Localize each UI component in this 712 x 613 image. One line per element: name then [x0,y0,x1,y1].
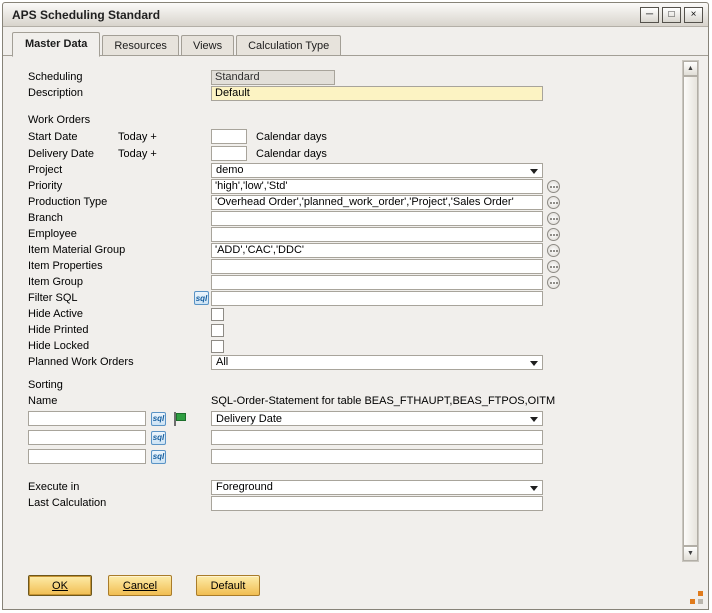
priority-field[interactable] [211,179,543,194]
production-type-field[interactable] [211,195,543,210]
sorting-statement-value-1: Delivery Date [216,413,282,425]
filter-sql-icon[interactable]: sql [194,291,209,305]
default-button[interactable]: Default [196,575,260,596]
tab-resources[interactable]: Resources [102,35,179,56]
hide-active-label: Hide Active [28,308,211,320]
sorting-sql-icon-2[interactable]: sql [151,431,166,445]
item-group-label: Item Group [28,276,211,288]
planned-work-orders-value: All [216,356,228,368]
start-date-prefix: Today + [118,131,211,143]
button-bar: OK Cancel Default [28,575,276,596]
master-data-form: Scheduling Description Work Orders Start… [3,56,708,511]
delivery-date-suffix: Calendar days [256,148,327,160]
last-calculation-field[interactable] [211,496,543,511]
cancel-button[interactable]: Cancel [108,575,172,596]
item-properties-field[interactable] [211,259,543,274]
sorting-heading: Sorting [28,377,708,393]
tab-bar: Master Data Resources Views Calculation … [3,27,708,56]
sorting-sql-icon-1[interactable]: sql [151,412,166,426]
item-material-group-choose-from-list-icon[interactable] [547,244,560,257]
sorting-sql-icon-3[interactable]: sql [151,450,166,464]
work-orders-heading: Work Orders [28,112,708,128]
planned-work-orders-dropdown[interactable]: All [211,355,543,370]
hide-locked-checkbox[interactable] [211,340,224,353]
filter-sql-field[interactable] [211,291,543,306]
employee-field[interactable] [211,227,543,242]
delivery-date-label: Delivery Date [28,148,118,160]
sorting-name-label: Name [28,395,211,407]
project-label: Project [28,164,211,176]
project-value: demo [216,164,244,176]
item-group-choose-from-list-icon[interactable] [547,276,560,289]
sorting-statement-field-3[interactable] [211,449,543,464]
production-type-choose-from-list-icon[interactable] [547,196,560,209]
sorting-name-field-1[interactable] [28,411,146,426]
item-properties-choose-from-list-icon[interactable] [547,260,560,273]
sorting-name-field-3[interactable] [28,449,146,464]
employee-choose-from-list-icon[interactable] [547,228,560,241]
hide-active-checkbox[interactable] [211,308,224,321]
project-dropdown[interactable]: demo [211,163,543,178]
sorting-statement-field-2[interactable] [211,430,543,445]
scheduling-field [211,70,335,85]
last-calculation-label: Last Calculation [28,497,211,509]
execute-in-dropdown[interactable]: Foreground [211,480,543,495]
maximize-icon[interactable]: □ [662,7,681,23]
branch-choose-from-list-icon[interactable] [547,212,560,225]
description-field[interactable] [211,86,543,101]
item-material-group-label: Item Material Group [28,244,211,256]
window-title: APS Scheduling Standard [12,8,637,22]
start-date-suffix: Calendar days [256,131,327,143]
execute-in-value: Foreground [216,481,273,493]
sorting-statement-label: SQL-Order-Statement for table BEAS_FTHAU… [211,395,555,407]
branch-label: Branch [28,212,211,224]
priority-label: Priority [28,180,211,192]
minimize-icon[interactable]: ─ [640,7,659,23]
hide-printed-label: Hide Printed [28,324,211,336]
title-bar: APS Scheduling Standard ─ □ × [3,3,708,27]
filter-sql-label: Filter SQL [28,292,194,304]
resize-grip-icon[interactable] [690,591,703,604]
aps-scheduling-window: APS Scheduling Standard ─ □ × Master Dat… [2,2,709,610]
item-group-field[interactable] [211,275,543,290]
employee-label: Employee [28,228,211,240]
sorting-row: sql Delivery Date [28,409,708,428]
sorting-flag-icon-1[interactable] [171,412,185,426]
scroll-up-icon[interactable]: ▲ [683,61,698,76]
sorting-row: sql [28,447,708,466]
tab-calculation-type[interactable]: Calculation Type [236,35,341,56]
production-type-label: Production Type [28,196,211,208]
priority-choose-from-list-icon[interactable] [547,180,560,193]
sorting-name-field-2[interactable] [28,430,146,445]
vertical-scrollbar[interactable]: ▲ ▼ [682,60,699,562]
tab-master-data[interactable]: Master Data [12,32,100,57]
planned-work-orders-label: Planned Work Orders [28,356,211,368]
close-icon[interactable]: × [684,7,703,23]
tab-views[interactable]: Views [181,35,234,56]
item-material-group-field[interactable] [211,243,543,258]
description-label: Description [28,87,211,99]
branch-field[interactable] [211,211,543,226]
sorting-statement-dropdown-1[interactable]: Delivery Date [211,411,543,426]
scroll-down-icon[interactable]: ▼ [683,546,698,561]
execute-in-label: Execute in [28,481,211,493]
ok-button[interactable]: OK [28,575,92,596]
hide-locked-label: Hide Locked [28,340,211,352]
scrollbar-thumb[interactable] [683,76,698,546]
delivery-date-field[interactable] [211,146,247,161]
scheduling-label: Scheduling [28,71,211,83]
start-date-label: Start Date [28,131,118,143]
item-properties-label: Item Properties [28,260,211,272]
start-date-field[interactable] [211,129,247,144]
hide-printed-checkbox[interactable] [211,324,224,337]
sorting-row: sql [28,428,708,447]
delivery-date-prefix: Today + [118,148,211,160]
